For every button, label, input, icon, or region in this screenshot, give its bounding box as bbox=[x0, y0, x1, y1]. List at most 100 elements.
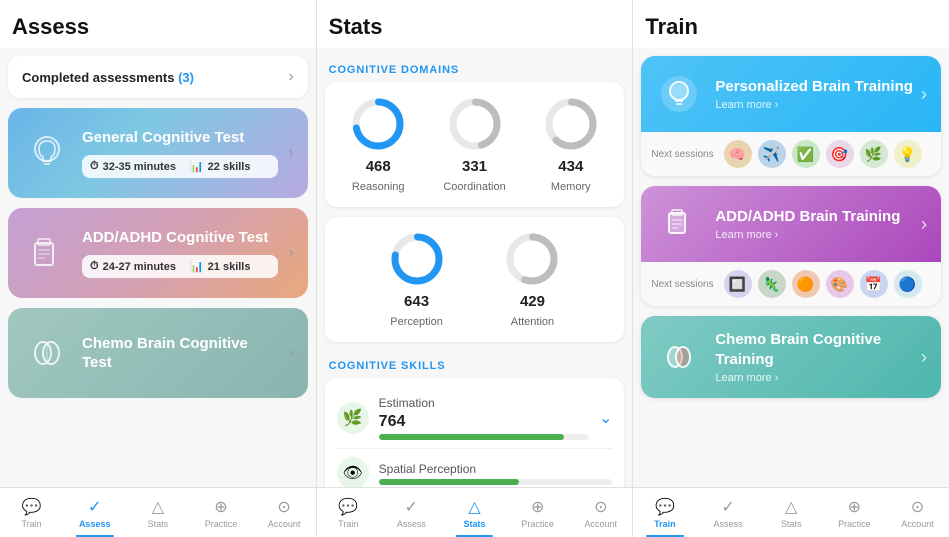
practice-icon-assess: ⊕ bbox=[214, 497, 227, 517]
adhd-sessions: Next sessions 🔲 🦎 🟠 🎨 📅 🔵 bbox=[641, 262, 941, 306]
personalized-title: Personalized Brain Training bbox=[715, 77, 921, 97]
stats-panel: Stats COGNITIVE DOMAINS 468 Reasoning bbox=[317, 0, 634, 487]
stats-icon-stats: △ bbox=[468, 497, 480, 517]
assess-panel: Assess Completed assessments (3) › bbox=[0, 0, 317, 487]
practice-icon-stats: ⊕ bbox=[531, 497, 544, 517]
assess-nav-account[interactable]: ⊙ Account bbox=[253, 488, 316, 537]
adhd-session-3: 🟠 bbox=[792, 270, 820, 298]
chemo-train-chevron: › bbox=[921, 347, 927, 368]
adhd-train-chevron: › bbox=[921, 214, 927, 235]
chemo-cognitive-icon bbox=[22, 328, 72, 378]
train-panel: Train Personalized Brain bbox=[633, 0, 949, 487]
estimation-name: Estimation bbox=[379, 396, 589, 410]
assess-nav-stats[interactable]: △ Stats bbox=[126, 488, 189, 537]
train-nav-section: 💬 Train ✓ Assess △ Stats ⊕ Practice ⊙ Ac… bbox=[633, 488, 949, 537]
app-container: Assess Completed assessments (3) › bbox=[0, 0, 949, 487]
train-nav-practice[interactable]: ⊕ Practice bbox=[823, 488, 886, 537]
completed-bar[interactable]: Completed assessments (3) › bbox=[8, 56, 308, 98]
assess-label-assess: Assess bbox=[79, 519, 111, 529]
train-nav-account[interactable]: ⊙ Account bbox=[886, 488, 949, 537]
chemo-train-icon bbox=[655, 333, 703, 381]
personalized-sessions-label: Next sessions bbox=[651, 149, 713, 160]
attention-value: 429 bbox=[520, 293, 545, 310]
practice-label-assess: Practice bbox=[205, 519, 238, 529]
stats-label-assess: Stats bbox=[148, 519, 169, 529]
account-icon-assess: ⊙ bbox=[277, 497, 290, 517]
adhd-cognitive-icon bbox=[22, 228, 72, 278]
adhd-skills: 📊21 skills bbox=[190, 260, 251, 273]
coordination-value: 331 bbox=[462, 158, 487, 175]
adhd-train-text: ADD/ADHD Brain Training Learn more › bbox=[715, 207, 921, 242]
personalized-link: Learn more › bbox=[715, 99, 921, 111]
chemo-train-title: Chemo Brain Cognitive Training bbox=[715, 330, 921, 369]
stats-nav-assess[interactable]: ✓ Assess bbox=[380, 488, 443, 537]
adhd-session-5: 📅 bbox=[860, 270, 888, 298]
assess-nav-practice[interactable]: ⊕ Practice bbox=[189, 488, 252, 537]
general-cognitive-icon bbox=[22, 128, 72, 178]
stats-nav-train[interactable]: 💬 Train bbox=[317, 488, 380, 537]
cognitive-skills-title: COGNITIVE SKILLS bbox=[325, 352, 625, 378]
practice-label-stats: Practice bbox=[521, 519, 554, 529]
chemo-train-card[interactable]: Chemo Brain Cognitive Training Learn mor… bbox=[641, 316, 941, 398]
train-content: Personalized Brain Training Learn more ›… bbox=[633, 48, 949, 487]
reasoning-label: Reasoning bbox=[352, 181, 405, 193]
general-cognitive-card[interactable]: General Cognitive Test ⏱32-35 minutes 📊2… bbox=[8, 108, 308, 198]
general-skills: 📊22 skills bbox=[190, 160, 251, 173]
stats-nav-section: 💬 Train ✓ Assess △ Stats ⊕ Practice ⊙ Ac… bbox=[317, 488, 634, 537]
adhd-cognitive-chevron: › bbox=[288, 244, 293, 262]
stats-nav-account[interactable]: ⊙ Account bbox=[569, 488, 632, 537]
skill-estimation: 🌿 Estimation 764 ⌄ bbox=[337, 388, 613, 449]
attention-label: Attention bbox=[511, 316, 554, 328]
train-label-stats: Train bbox=[338, 519, 358, 529]
memory-label: Memory bbox=[551, 181, 591, 193]
train-nav-assess[interactable]: ✓ Assess bbox=[696, 488, 759, 537]
adhd-session-6: 🔵 bbox=[894, 270, 922, 298]
session-5: 🌿 bbox=[860, 140, 888, 168]
domain-perception: 643 Perception bbox=[387, 231, 447, 328]
estimation-info: Estimation 764 bbox=[379, 396, 589, 440]
adhd-cognitive-card[interactable]: ADD/ADHD Cognitive Test ⏱24-27 minutes 📊… bbox=[8, 208, 308, 298]
assess-icon-stats: ✓ bbox=[405, 497, 418, 517]
domain-attention: 429 Attention bbox=[502, 231, 562, 328]
estimation-expand[interactable]: ⌄ bbox=[599, 408, 612, 428]
general-cognitive-info: General Cognitive Test ⏱32-35 minutes 📊2… bbox=[72, 128, 288, 179]
train-icon-train: 💬 bbox=[655, 497, 675, 517]
personalized-sessions: Next sessions 🧠 ✈️ ✅ 🎯 🌿 💡 bbox=[641, 132, 941, 176]
account-label-assess: Account bbox=[268, 519, 301, 529]
chemo-cognitive-info: Chemo Brain Cognitive Test bbox=[72, 334, 288, 373]
personalized-train-card[interactable]: Personalized Brain Training Learn more ›… bbox=[641, 56, 941, 176]
estimation-value: 764 bbox=[379, 413, 589, 431]
stats-icon-assess: △ bbox=[152, 497, 164, 517]
assess-nav-assess[interactable]: ✓ Assess bbox=[63, 488, 126, 537]
general-cognitive-chevron: › bbox=[288, 144, 293, 162]
train-label-assess: Train bbox=[21, 519, 41, 529]
chemo-cognitive-card[interactable]: Chemo Brain Cognitive Test › bbox=[8, 308, 308, 398]
spatial-bar bbox=[379, 479, 613, 485]
personalized-icon bbox=[655, 70, 703, 118]
practice-label-train: Practice bbox=[838, 519, 871, 529]
stats-nav-practice[interactable]: ⊕ Practice bbox=[506, 488, 569, 537]
adhd-train-title: ADD/ADHD Brain Training bbox=[715, 207, 921, 227]
assess-nav-train[interactable]: 💬 Train bbox=[0, 488, 63, 537]
completed-bar-chevron: › bbox=[288, 68, 293, 86]
completed-count: (3) bbox=[178, 70, 194, 85]
stats-title: Stats bbox=[317, 0, 633, 48]
completed-bar-text: Completed assessments (3) bbox=[22, 70, 194, 85]
chemo-train-text: Chemo Brain Cognitive Training Learn mor… bbox=[715, 330, 921, 384]
train-icon-stats: 💬 bbox=[338, 497, 358, 517]
chemo-cognitive-chevron: › bbox=[288, 344, 293, 362]
adhd-card-main: ADD/ADHD Brain Training Learn more › › bbox=[641, 186, 941, 262]
adhd-train-card[interactable]: ADD/ADHD Brain Training Learn more › › N… bbox=[641, 186, 941, 306]
train-nav-train[interactable]: 💬 Train bbox=[633, 488, 696, 537]
stats-content: COGNITIVE DOMAINS 468 Reasoning bbox=[317, 48, 633, 487]
stats-nav-stats[interactable]: △ Stats bbox=[443, 488, 506, 537]
general-cognitive-title: General Cognitive Test bbox=[82, 128, 278, 148]
adhd-cognitive-meta: ⏱24-27 minutes 📊21 skills bbox=[82, 255, 278, 278]
domains-grid-2: 643 Perception 429 Attention bbox=[325, 217, 625, 342]
assess-icon-assess: ✓ bbox=[88, 497, 101, 517]
assess-label-train: Assess bbox=[714, 519, 743, 529]
account-icon-stats: ⊙ bbox=[594, 497, 607, 517]
adhd-train-icon bbox=[655, 200, 703, 248]
train-nav-stats[interactable]: △ Stats bbox=[760, 488, 823, 537]
adhd-session-2: 🦎 bbox=[758, 270, 786, 298]
